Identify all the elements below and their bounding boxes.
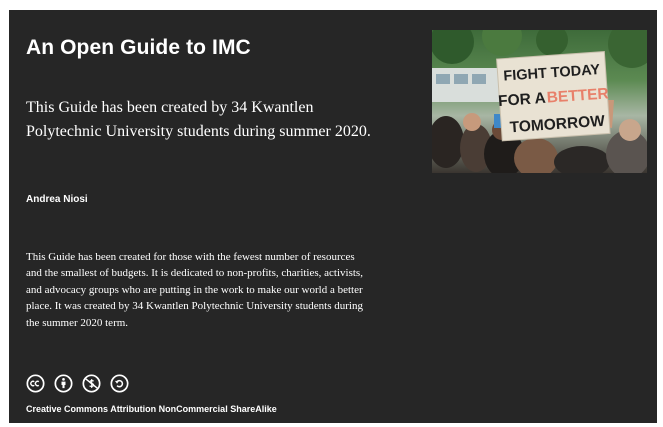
license-icons [26,374,129,393]
attribution-icon [54,374,73,393]
noncommercial-icon [82,374,101,393]
creative-commons-icon [26,374,45,393]
protest-photo: FIGHT TODAY FOR ABETTER TOMORROW [432,30,647,173]
book-subtitle: This Guide has been created by 34 Kwantl… [26,99,371,140]
sharealike-icon [110,374,129,393]
book-card: An Open Guide to IMC This Guide has been… [9,10,657,423]
book-title: An Open Guide to IMC [26,36,251,59]
book-description: This Guide has been created for those wi… [26,251,363,329]
cover-image: FIGHT TODAY FOR ABETTER TOMORROW [432,30,647,173]
license-label: Creative Commons Attribution NonCommerci… [26,404,277,414]
book-author: Andrea Niosi [26,194,88,205]
sign-line-2-prefix: FOR A [498,90,547,110]
protest-sign: FIGHT TODAY FOR ABETTER TOMORROW [496,51,611,142]
